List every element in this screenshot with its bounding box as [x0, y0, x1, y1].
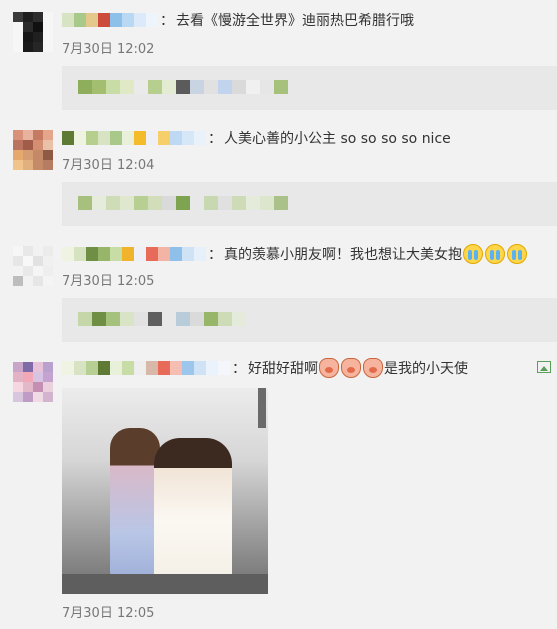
- username[interactable]: [62, 361, 230, 375]
- crying-emoji-icon: [485, 244, 505, 264]
- separator: ：: [160, 13, 174, 29]
- comment-message-part2: 是我的小天使: [384, 361, 468, 377]
- reply-content[interactable]: [78, 312, 246, 326]
- photo-ground: [62, 574, 268, 594]
- reply-content[interactable]: [78, 80, 302, 94]
- timestamp: 7月30日 12:04: [62, 158, 155, 173]
- comment-text: ： 真的羡慕小朋友啊！我也想让大美女抱: [62, 244, 528, 264]
- reply-box: [62, 182, 557, 226]
- avatar[interactable]: [13, 130, 53, 170]
- separator: ：: [208, 247, 222, 263]
- separator: ：: [232, 361, 246, 377]
- comment-text: ： 去看《慢游全世界》迪丽热巴希腊行哦: [62, 10, 414, 30]
- timestamp: 7月30日 12:02: [62, 42, 155, 57]
- avatar[interactable]: [13, 246, 53, 286]
- timestamp: 7月30日 12:05: [62, 606, 155, 621]
- crying-emoji-icon: [507, 244, 527, 264]
- comment-text: ： 人美心善的小公主 so so so so nice: [62, 128, 451, 148]
- comment-text: ： 好甜好甜啊 是我的小天使: [62, 358, 468, 378]
- reply-content[interactable]: [78, 196, 302, 210]
- reply-box: [62, 66, 557, 110]
- pig-emoji-icon: [341, 358, 361, 378]
- photo-figure-left: [110, 428, 160, 578]
- reply-box: [62, 298, 557, 342]
- separator: ：: [208, 131, 222, 147]
- username[interactable]: [62, 247, 206, 261]
- photo-figure-right: [154, 438, 232, 588]
- avatar[interactable]: [13, 362, 53, 402]
- comment-message: 去看《慢游全世界》迪丽热巴希腊行哦: [176, 13, 414, 29]
- comment-message: 人美心善的小公主 so so so so nice: [224, 131, 451, 147]
- photo-edge: [258, 388, 266, 428]
- image-icon[interactable]: [537, 361, 551, 373]
- comment-message: 真的羡慕小朋友啊！我也想让大美女抱: [224, 247, 462, 263]
- crying-emoji-icon: [463, 244, 483, 264]
- comment-message-part1: 好甜好甜啊: [248, 361, 318, 377]
- pig-emoji-icon: [363, 358, 383, 378]
- timestamp: 7月30日 12:05: [62, 274, 155, 289]
- pig-emoji-icon: [319, 358, 339, 378]
- avatar[interactable]: [13, 12, 53, 52]
- comment-photo[interactable]: [62, 388, 268, 594]
- username[interactable]: [62, 131, 206, 145]
- username[interactable]: [62, 13, 158, 27]
